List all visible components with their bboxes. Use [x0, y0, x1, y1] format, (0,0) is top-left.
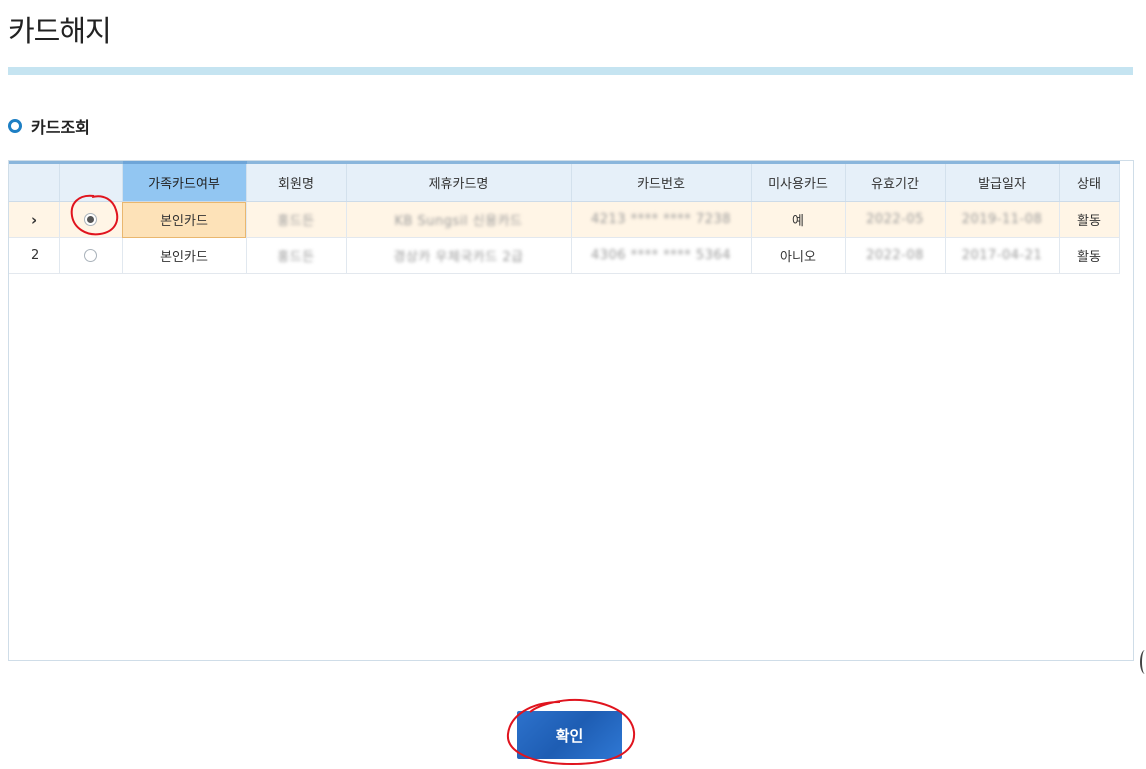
col-header-member[interactable]: 회원명: [246, 161, 347, 202]
unused-cell: 아니오: [751, 237, 846, 274]
expiry-cell: 2022-05: [845, 201, 946, 238]
card-no-cell: 4306 **** **** 5364: [571, 237, 752, 274]
circle-bullet-icon: [8, 119, 22, 133]
issue-date: 2017-04-21: [961, 248, 1043, 263]
member-name: 홍드든: [277, 214, 315, 229]
card-number: 4213 **** **** 7238: [590, 212, 732, 227]
chevron-right-icon: ›: [31, 210, 38, 229]
edge-mark: [1140, 650, 1146, 674]
card-table: 가족카드여부 회원명 제휴카드명 카드번호 미사용카드 유효기간 발급일자 상태…: [9, 161, 1120, 274]
expiry-cell: 2022-08: [845, 237, 946, 274]
col-header-expiry[interactable]: 유효기간: [845, 161, 946, 202]
member-cell: 홍드든: [246, 201, 347, 238]
issued-cell: 2017-04-21: [945, 237, 1060, 274]
member-cell: 홍드든: [246, 237, 347, 274]
col-header-family[interactable]: 가족카드여부: [122, 161, 247, 202]
table-row[interactable]: 2 본인카드 홍드든 경상카 우체국카드 2급 4306 **** **** 5…: [9, 237, 1120, 274]
section-header: 카드조회: [8, 114, 90, 138]
col-header-issued[interactable]: 발급일자: [945, 161, 1060, 202]
row-pointer: ›: [9, 201, 60, 238]
card-name: 경상카 우체국카드 2급: [393, 250, 524, 265]
member-name: 홍드든: [277, 250, 315, 265]
status-cell: 활동: [1059, 201, 1120, 238]
status-cell: 활동: [1059, 237, 1120, 274]
card-no-cell: 4213 **** **** 7238: [571, 201, 752, 238]
card-name-cell: 경상카 우체국카드 2급: [346, 237, 572, 274]
card-number: 4306 **** **** 5364: [590, 248, 732, 263]
row-radio[interactable]: [84, 213, 97, 226]
issued-cell: 2019-11-08: [945, 201, 1060, 238]
row-radio[interactable]: [84, 249, 97, 262]
col-header-rownum: [9, 161, 60, 202]
col-header-card-no[interactable]: 카드번호: [571, 161, 752, 202]
row-number: 2: [9, 237, 60, 274]
page-title: 카드해지: [8, 14, 112, 48]
col-header-select: [59, 161, 123, 202]
expiry-date: 2022-05: [866, 212, 924, 227]
table-row[interactable]: › 본인카드 홍드든 KB Sungsil 신용카드 4213 **** ***…: [9, 201, 1120, 238]
family-cell[interactable]: 본인카드: [122, 237, 247, 274]
family-cell[interactable]: 본인카드: [122, 201, 247, 238]
expiry-date: 2022-08: [866, 248, 924, 263]
unused-cell: 예: [751, 201, 846, 238]
header-row: 가족카드여부 회원명 제휴카드명 카드번호 미사용카드 유효기간 발급일자 상태: [9, 161, 1120, 202]
card-name-cell: KB Sungsil 신용카드: [346, 201, 572, 238]
card-grid[interactable]: 가족카드여부 회원명 제휴카드명 카드번호 미사용카드 유효기간 발급일자 상태…: [8, 160, 1134, 661]
col-header-card-name[interactable]: 제휴카드명: [346, 161, 572, 202]
col-header-unused[interactable]: 미사용카드: [751, 161, 846, 202]
row-select-cell[interactable]: [59, 237, 123, 274]
title-divider: [8, 67, 1133, 75]
col-header-status[interactable]: 상태: [1059, 161, 1120, 202]
confirm-button[interactable]: 확인: [517, 711, 622, 759]
issue-date: 2019-11-08: [961, 212, 1043, 227]
section-title: 카드조회: [31, 118, 90, 137]
card-name: KB Sungsil 신용카드: [394, 214, 523, 229]
row-select-cell[interactable]: [59, 201, 123, 238]
